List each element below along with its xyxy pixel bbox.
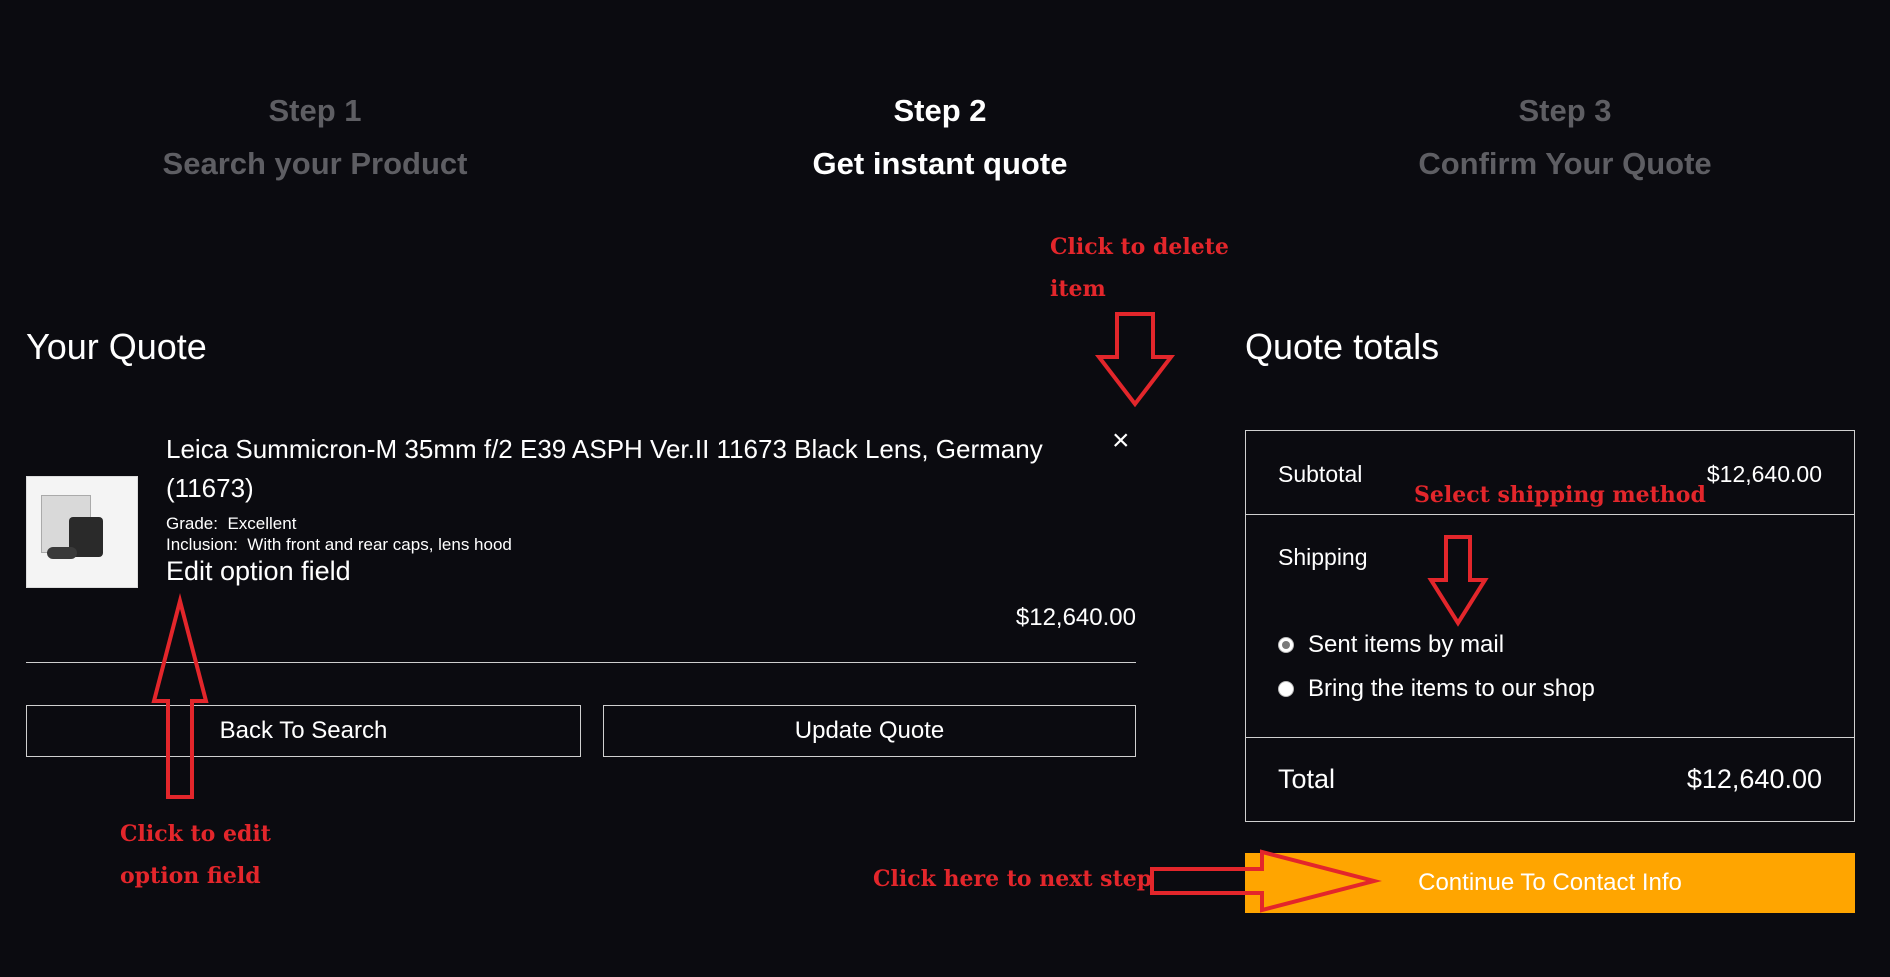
back-to-search-button[interactable]: Back To Search xyxy=(26,705,581,757)
edit-option-field-link[interactable]: Edit option field xyxy=(166,556,351,587)
annotation-edit-line2: option field xyxy=(120,863,261,889)
annotation-delete: Click to delete item xyxy=(1050,226,1229,310)
shipping-divider xyxy=(1246,737,1854,738)
shipping-option-mail-label: Sent items by mail xyxy=(1308,631,1505,658)
thumbnail-cap xyxy=(47,547,77,559)
inclusion-label: Inclusion: xyxy=(166,535,238,554)
inclusion-line: Inclusion: With front and rear caps, len… xyxy=(166,535,512,555)
product-thumbnail[interactable] xyxy=(26,476,138,588)
quote-totals-heading: Quote totals xyxy=(1245,326,1440,367)
step-2-label: Get instant quote xyxy=(812,146,1068,181)
step-3-number: Step 3 xyxy=(1518,93,1612,128)
step-3: Step 3 Confirm Your Quote xyxy=(1360,88,1770,194)
grade-label: Grade: xyxy=(166,514,218,533)
annotation-edit: Click to edit option field xyxy=(120,813,271,897)
subtotal-label: Subtotal xyxy=(1278,461,1363,487)
item-price: $12,640.00 xyxy=(1015,604,1136,631)
update-quote-button[interactable]: Update Quote xyxy=(603,705,1136,757)
step-1: Step 1 Search your Product xyxy=(110,88,520,194)
total-label: Total xyxy=(1278,764,1336,794)
step-3-label: Confirm Your Quote xyxy=(1418,146,1712,181)
annotation-delete-line2: item xyxy=(1050,276,1106,302)
radio-mail[interactable] xyxy=(1278,637,1294,653)
annotation-edit-line1: Click to edit xyxy=(120,821,271,847)
inclusion-value: With front and rear caps, lens hood xyxy=(247,535,512,554)
shipping-option-shop[interactable]: Bring the items to our shop xyxy=(1278,675,1595,703)
delete-item-icon[interactable]: × xyxy=(1112,426,1130,456)
step-1-label: Search your Product xyxy=(162,146,468,181)
arrow-right-next-icon xyxy=(1150,849,1382,913)
step-2: Step 2 Get instant quote xyxy=(740,88,1140,194)
annotation-next: Click here to next step xyxy=(873,866,1153,892)
annotation-delete-line1: Click to delete xyxy=(1050,234,1229,260)
your-quote-heading: Your Quote xyxy=(26,326,207,367)
step-2-number: Step 2 xyxy=(893,93,987,128)
shipping-option-mail[interactable]: Sent items by mail xyxy=(1278,631,1504,659)
step-1-number: Step 1 xyxy=(268,93,362,128)
radio-shop[interactable] xyxy=(1278,681,1294,697)
shipping-label: Shipping xyxy=(1278,544,1368,570)
grade-value: Excellent xyxy=(227,514,297,533)
arrow-up-edit-icon xyxy=(151,593,209,799)
total-value: $12,640.00 xyxy=(1686,764,1822,794)
subtotal-value: $12,640.00 xyxy=(1706,461,1822,487)
annotation-shipping: Select shipping method xyxy=(1414,482,1706,508)
arrow-down-shipping-icon xyxy=(1427,535,1489,627)
arrow-down-delete-icon xyxy=(1094,312,1176,408)
product-title[interactable]: Leica Summicron-M 35mm f/2 E39 ASPH Ver.… xyxy=(166,430,1086,508)
grade-line: Grade: Excellent xyxy=(166,514,296,534)
shipping-option-shop-label: Bring the items to our shop xyxy=(1308,675,1595,702)
